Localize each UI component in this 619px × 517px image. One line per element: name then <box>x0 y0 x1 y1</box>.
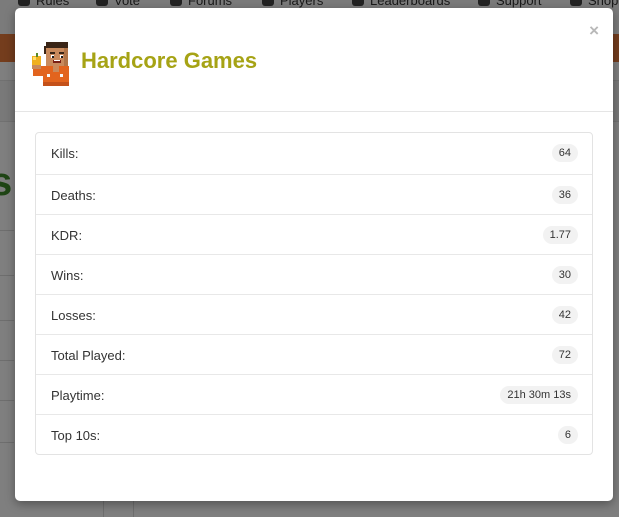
stats-list: Kills: 64 Deaths: 36 KDR: 1.77 Wins: 30 … <box>35 132 593 455</box>
stat-row-deaths: Deaths: 36 <box>36 174 592 214</box>
stat-label: Total Played: <box>51 348 126 363</box>
close-button[interactable]: × <box>589 21 599 41</box>
stat-value-badge: 36 <box>551 186 578 204</box>
stat-value-badge: 42 <box>551 306 578 324</box>
stat-label: KDR: <box>51 228 83 243</box>
stat-label: Deaths: <box>51 188 96 203</box>
stat-row-total-played: Total Played: 72 <box>36 334 592 374</box>
stat-row-playtime: Playtime: 21h 30m 13s <box>36 374 592 414</box>
stat-row-kdr: KDR: 1.77 <box>36 214 592 254</box>
stat-row-losses: Losses: 42 <box>36 294 592 334</box>
stats-modal: × Hardcore Games Kills: 64 Deaths: 36 KD… <box>15 8 613 501</box>
stat-value-badge: 1.77 <box>542 226 578 244</box>
modal-title: Hardcore Games <box>81 48 258 73</box>
pixel-character-avatar-icon <box>32 42 69 86</box>
stat-label: Playtime: <box>51 388 105 403</box>
stat-row-wins: Wins: 30 <box>36 254 592 294</box>
stat-value-badge: 6 <box>557 426 578 444</box>
stat-value-badge: 21h 30m 13s <box>500 386 578 404</box>
stat-value-badge: 64 <box>551 144 578 162</box>
stat-value-badge: 72 <box>551 346 578 364</box>
stat-label: Top 10s: <box>51 428 101 443</box>
modal-header: × Hardcore Games <box>15 8 613 112</box>
stat-row-top-10s: Top 10s: 6 <box>36 414 592 454</box>
stat-label: Losses: <box>51 308 96 323</box>
stat-value-badge: 30 <box>551 266 578 284</box>
stat-label: Wins: <box>51 268 84 283</box>
stat-label: Kills: <box>51 146 79 161</box>
stat-row-kills: Kills: 64 <box>36 133 592 174</box>
